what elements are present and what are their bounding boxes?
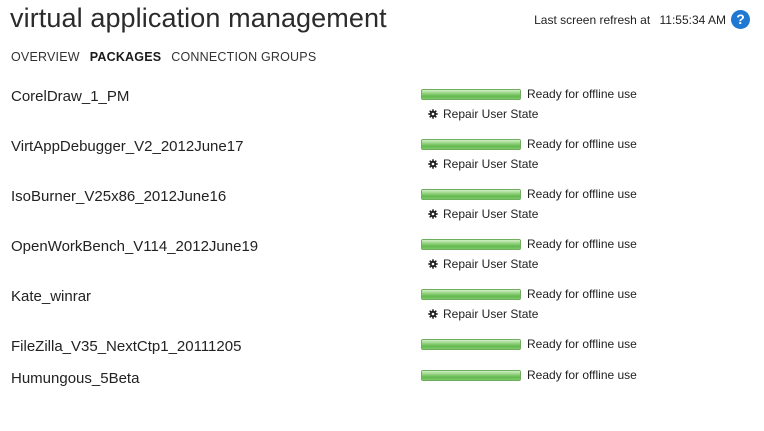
- gear-icon: [428, 209, 438, 219]
- tab-connection-groups[interactable]: CONNECTION GROUPS: [171, 50, 316, 64]
- status-text: Ready for offline use: [527, 368, 637, 382]
- package-name: VirtAppDebugger_V2_2012June17: [11, 138, 244, 155]
- progress-bar: [421, 288, 521, 300]
- refresh-info: Last screen refresh at 11:55:34 AM: [534, 13, 726, 27]
- repair-user-state-link[interactable]: Repair User State: [428, 207, 538, 221]
- progress-fill: [422, 239, 520, 249]
- package-name: IsoBurner_V25x86_2012June16: [11, 188, 227, 205]
- repair-label: Repair User State: [443, 107, 539, 121]
- package-status: Ready for offline use: [421, 336, 637, 352]
- refresh-label: Last screen refresh at: [534, 13, 651, 27]
- help-icon[interactable]: ?: [731, 10, 750, 29]
- repair-user-state-link[interactable]: Repair User State: [428, 257, 538, 271]
- repair-label: Repair User State: [443, 257, 539, 271]
- status-text: Ready for offline use: [527, 137, 637, 151]
- package-name: FileZilla_V35_NextCtp1_20111205: [11, 338, 242, 355]
- nav-tabs: OVERVIEW PACKAGES CONNECTION GROUPS: [11, 50, 316, 64]
- status-text: Ready for offline use: [527, 187, 637, 201]
- status-text: Ready for offline use: [527, 287, 637, 301]
- package-status: Ready for offline use: [421, 367, 637, 383]
- progress-fill: [422, 370, 520, 380]
- repair-user-state-link[interactable]: Repair User State: [428, 307, 538, 321]
- package-name: Humungous_5Beta: [11, 370, 140, 387]
- package-name: OpenWorkBench_V114_2012June19: [11, 238, 259, 255]
- progress-fill: [422, 289, 520, 299]
- package-status: Ready for offline use: [421, 186, 637, 202]
- package-name: CorelDraw_1_PM: [11, 88, 130, 105]
- status-text: Ready for offline use: [527, 337, 637, 351]
- gear-icon: [428, 309, 438, 319]
- progress-fill: [422, 89, 520, 99]
- progress-bar: [421, 338, 521, 350]
- package-name: Kate_winrar: [11, 288, 92, 305]
- package-status: Ready for offline use: [421, 236, 637, 252]
- tab-overview[interactable]: OVERVIEW: [11, 50, 80, 64]
- progress-bar: [421, 369, 521, 381]
- repair-label: Repair User State: [443, 157, 539, 171]
- repair-user-state-link[interactable]: Repair User State: [428, 157, 538, 171]
- progress-fill: [422, 189, 520, 199]
- page-title: virtual application management: [10, 3, 387, 33]
- tab-packages[interactable]: PACKAGES: [90, 50, 162, 64]
- repair-label: Repair User State: [443, 307, 539, 321]
- refresh-time: 11:55:34 AM: [659, 13, 727, 27]
- status-text: Ready for offline use: [527, 87, 637, 101]
- package-status: Ready for offline use: [421, 286, 637, 302]
- progress-fill: [422, 139, 520, 149]
- progress-bar: [421, 88, 521, 100]
- repair-label: Repair User State: [443, 207, 539, 221]
- progress-bar: [421, 138, 521, 150]
- progress-bar: [421, 238, 521, 250]
- status-text: Ready for offline use: [527, 237, 637, 251]
- package-status: Ready for offline use: [421, 136, 637, 152]
- package-status: Ready for offline use: [421, 86, 637, 102]
- gear-icon: [428, 159, 438, 169]
- gear-icon: [428, 109, 438, 119]
- repair-user-state-link[interactable]: Repair User State: [428, 107, 538, 121]
- progress-bar: [421, 188, 521, 200]
- gear-icon: [428, 259, 438, 269]
- progress-fill: [422, 339, 520, 349]
